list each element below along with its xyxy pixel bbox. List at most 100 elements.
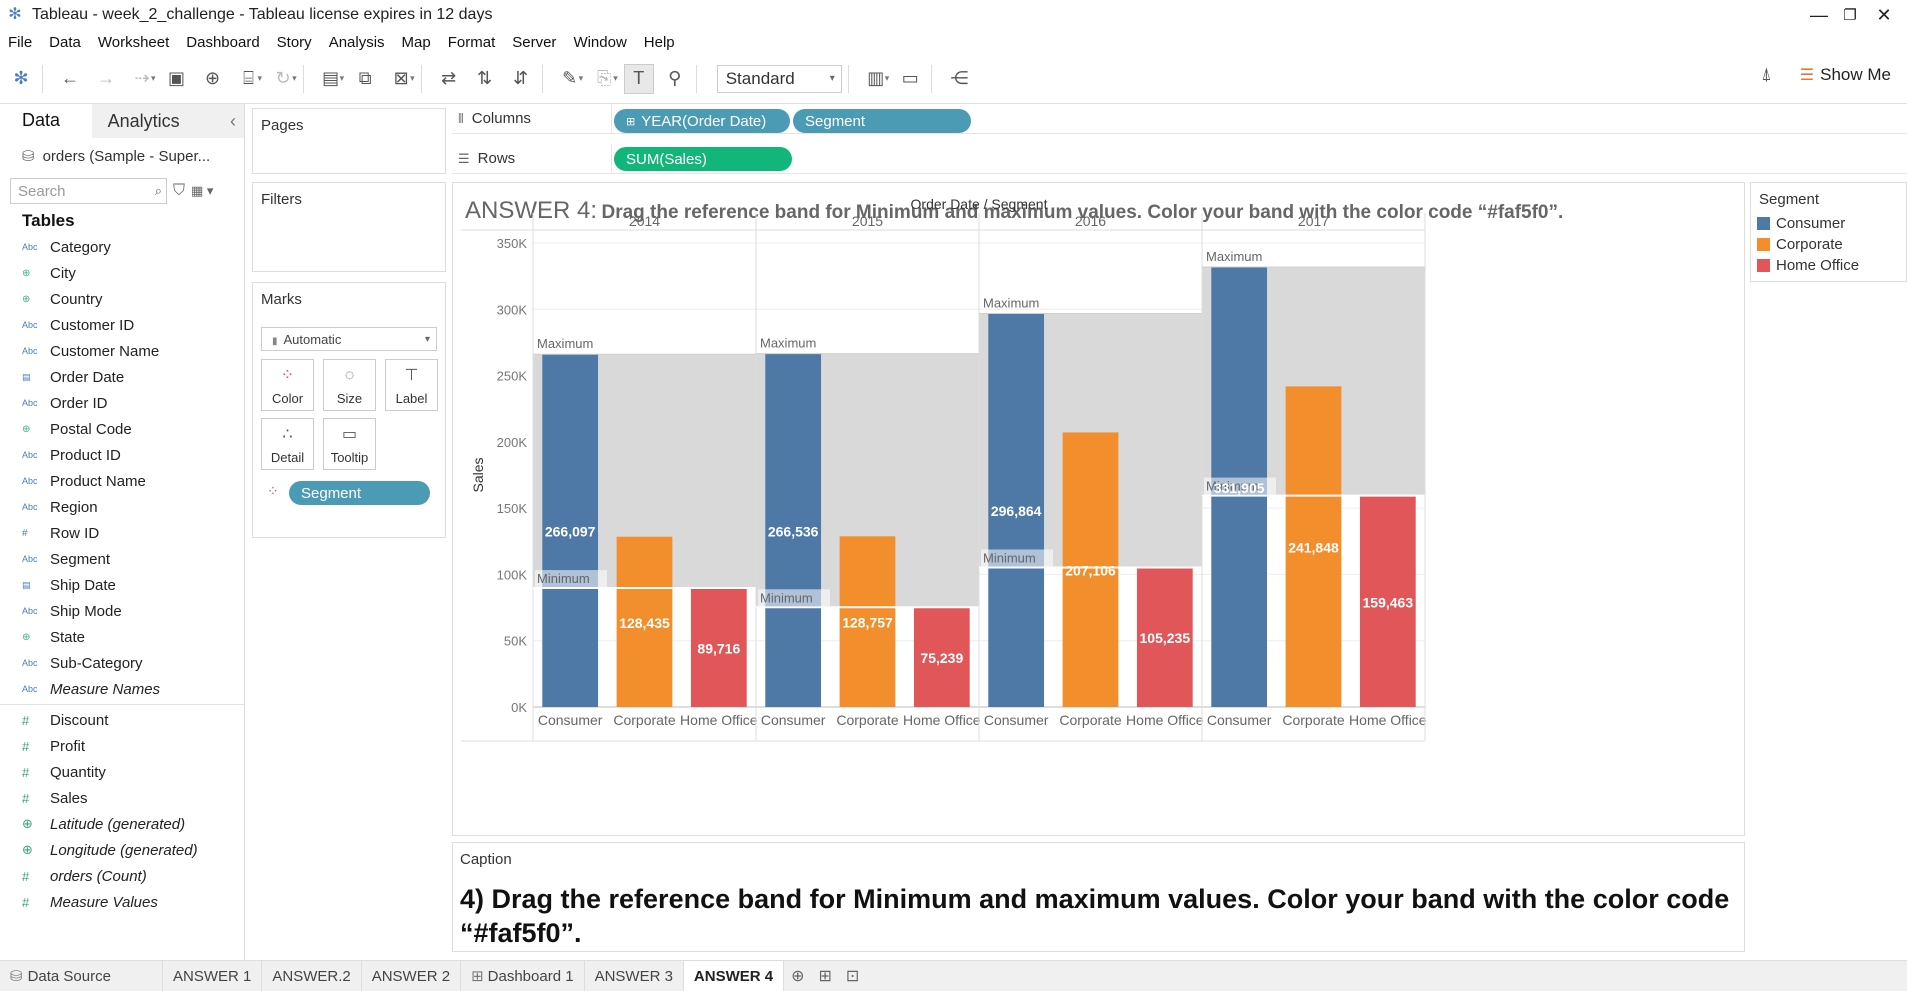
pages-card[interactable]: Pages — [252, 108, 446, 174]
tab-answer-1[interactable]: ANSWER 1 — [163, 960, 263, 991]
search-input[interactable]: Search ⌕ — [10, 178, 167, 204]
color-button[interactable]: ⁘ Color — [261, 359, 314, 411]
menu-format[interactable]: Format — [440, 34, 505, 51]
share-icon[interactable]: ⋲ — [944, 64, 974, 94]
field-label: State — [50, 628, 86, 646]
menu-server[interactable]: Server — [504, 34, 565, 51]
field-item[interactable]: ⊕ Latitude (generated) — [0, 811, 244, 837]
fit-select[interactable]: Standard ▾ — [716, 64, 842, 93]
menu-map[interactable]: Map — [394, 34, 440, 51]
chevron-down-icon[interactable]: ▾ — [292, 73, 297, 84]
field-item[interactable]: # orders (Count) — [0, 863, 244, 889]
field-item[interactable]: Abc Product ID — [0, 442, 244, 468]
segment-color-pill[interactable]: Segment — [289, 481, 430, 505]
field-item[interactable]: Abc Customer ID — [0, 312, 244, 338]
field-item[interactable]: Abc Region — [0, 494, 244, 520]
field-item[interactable]: Abc Order ID — [0, 390, 244, 416]
field-item[interactable]: Abc Customer Name — [0, 338, 244, 364]
collapse-icon[interactable]: ‹ — [230, 111, 236, 132]
filter-icon[interactable]: ⛉ — [173, 182, 185, 200]
tab-data-source[interactable]: ⛁ Data Source — [0, 960, 163, 991]
field-item[interactable]: ⊕ Postal Code — [0, 416, 244, 442]
show-me-button[interactable]: ⍋ ☰ Show Me — [1761, 64, 1891, 85]
menu-analysis[interactable]: Analysis — [321, 34, 394, 51]
close-button[interactable]: ✕ — [1864, 0, 1904, 30]
new-story-tab-icon[interactable]: ⊡ — [839, 961, 866, 991]
menu-data[interactable]: Data — [41, 34, 90, 51]
sum-sales-pill[interactable]: SUM(Sales) — [614, 147, 792, 171]
field-item[interactable]: # Quantity — [0, 759, 244, 785]
tab-data[interactable]: Data — [0, 104, 92, 138]
field-item[interactable]: # Measure Values — [0, 889, 244, 915]
field-item[interactable]: ⊕ Longitude (generated) — [0, 837, 244, 863]
menu-file[interactable]: File — [0, 34, 41, 51]
presentation-mode-icon[interactable]: ▭ — [895, 64, 925, 94]
legend-item-home-office[interactable]: Home Office — [1751, 255, 1906, 276]
menu-dashboard[interactable]: Dashboard — [178, 34, 268, 51]
chevron-down-icon[interactable]: ▾ — [410, 73, 415, 84]
field-item[interactable]: Abc Ship Mode — [0, 598, 244, 624]
tab-dashboard-1[interactable]: ⊞ Dashboard 1 — [461, 960, 585, 991]
field-item[interactable]: ▤ Order Date — [0, 364, 244, 390]
chevron-down-icon[interactable]: ▾ — [151, 73, 156, 84]
segment-columns-pill[interactable]: Segment — [793, 109, 971, 133]
tab-answer-2[interactable]: ANSWER 2 — [362, 960, 462, 991]
label-button[interactable]: ⊤ Label — [385, 359, 438, 411]
legend-item-corporate[interactable]: Corporate — [1751, 234, 1906, 255]
field-item[interactable]: # Discount — [0, 707, 244, 733]
filters-card[interactable]: Filters — [252, 182, 446, 272]
view-options-icon[interactable]: ▦ ▾ — [191, 183, 213, 199]
tab-answer-2-dot[interactable]: ANSWER.2 — [262, 960, 362, 991]
pin-icon[interactable]: ⚲ — [660, 64, 690, 94]
legend-item-consumer[interactable]: Consumer — [1751, 213, 1906, 234]
show-mark-labels-icon[interactable]: T — [623, 63, 654, 94]
field-item[interactable]: # Row ID — [0, 520, 244, 546]
new-datasource-icon[interactable]: ⊕ — [198, 64, 228, 94]
datasource-item[interactable]: ⛁ orders (Sample - Super... — [0, 138, 244, 174]
field-item[interactable]: Abc Measure Names — [0, 676, 244, 702]
tooltip-button[interactable]: ▭ Tooltip — [323, 418, 376, 470]
compare-icon[interactable]: ⍋ — [1761, 64, 1772, 85]
field-item[interactable]: ⊕ State — [0, 624, 244, 650]
menu-worksheet[interactable]: Worksheet — [90, 34, 178, 51]
field-item[interactable]: Abc Sub-Category — [0, 650, 244, 676]
tab-answer-4[interactable]: ANSWER 4 — [683, 960, 785, 991]
field-item[interactable]: ⊕ City — [0, 260, 244, 286]
chevron-down-icon[interactable]: ▾ — [258, 73, 263, 84]
size-button[interactable]: ◌ Size — [323, 359, 376, 411]
field-item[interactable]: ⊕ Country — [0, 286, 244, 312]
toolbar-divider — [420, 64, 422, 93]
tab-answer-3[interactable]: ANSWER 3 — [585, 960, 684, 991]
swap-icon[interactable]: ⇄ — [434, 64, 464, 94]
menu-window[interactable]: Window — [565, 34, 635, 51]
field-item[interactable]: # Sales — [0, 785, 244, 811]
band-min-label: Minimum — [760, 590, 813, 605]
sort-ascending-icon[interactable]: ⇅ — [470, 64, 500, 94]
x-tick-label: Home Office — [1126, 712, 1204, 728]
redo-icon[interactable]: → — [91, 64, 121, 94]
field-item[interactable]: Abc Category — [0, 234, 244, 260]
save-icon[interactable]: ▣ — [162, 64, 192, 94]
menu-story[interactable]: Story — [269, 34, 321, 51]
sort-descending-icon[interactable]: ⇵ — [506, 64, 536, 94]
tableau-home-icon[interactable]: ✻ — [6, 64, 36, 94]
new-worksheet-tab-icon[interactable]: ⊕ — [784, 961, 811, 991]
field-item[interactable]: ▤ Ship Date — [0, 572, 244, 598]
chevron-down-icon[interactable]: ▾ — [613, 73, 618, 84]
undo-icon[interactable]: ← — [55, 64, 85, 94]
field-item[interactable]: Abc Segment — [0, 546, 244, 572]
chevron-down-icon[interactable]: ▾ — [885, 73, 890, 84]
tab-analytics[interactable]: Analytics ‹ — [91, 104, 244, 138]
chevron-down-icon[interactable]: ▾ — [579, 73, 584, 84]
mark-type-select[interactable]: ▮ Automatic ▾ — [261, 327, 437, 351]
chevron-down-icon[interactable]: ▾ — [340, 73, 345, 84]
string-type-icon: Abc — [22, 606, 38, 616]
detail-button[interactable]: ∴ Detail — [261, 418, 314, 470]
field-item[interactable]: Abc Product Name — [0, 468, 244, 494]
legend-swatch — [1757, 217, 1770, 230]
field-item[interactable]: # Profit — [0, 733, 244, 759]
duplicate-icon[interactable]: ⧉ — [350, 64, 380, 94]
new-dashboard-tab-icon[interactable]: ⊞ — [812, 961, 839, 991]
menu-help[interactable]: Help — [636, 34, 684, 51]
year-order-date-pill[interactable]: ⊞ YEAR(Order Date) — [614, 109, 790, 133]
